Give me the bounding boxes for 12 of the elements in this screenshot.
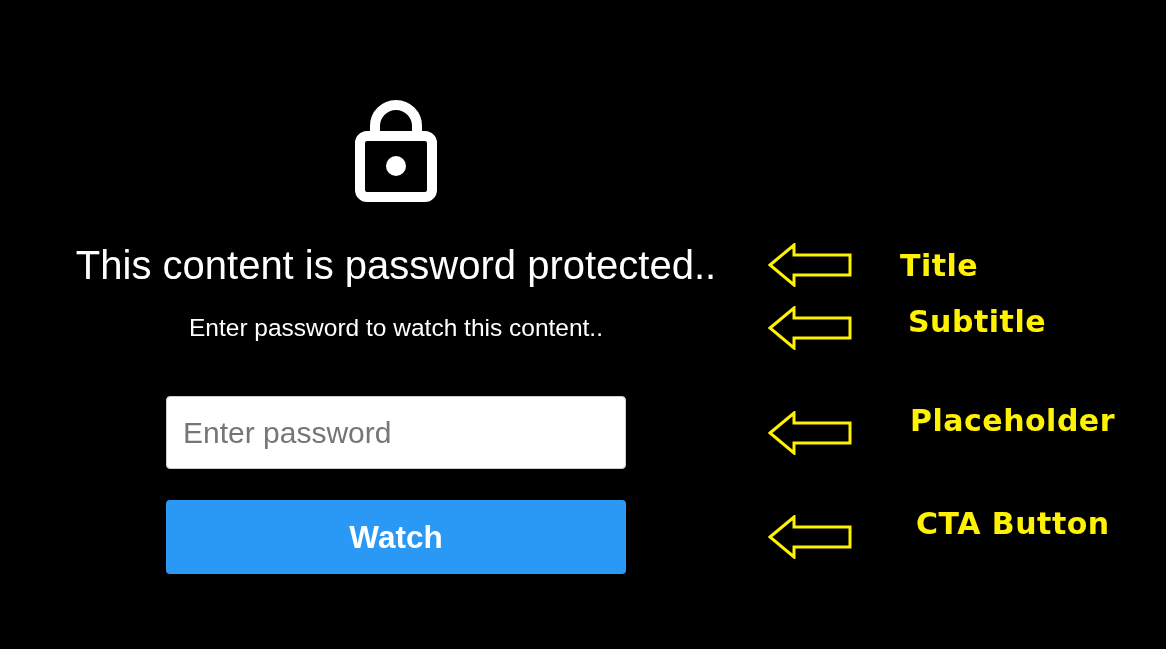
watch-button[interactable]: Watch <box>166 500 626 574</box>
arrow-icon <box>768 306 852 350</box>
arrow-icon <box>768 515 852 559</box>
arrow-icon <box>768 410 852 455</box>
subtitle-text: Enter password to watch this content.. <box>189 313 603 343</box>
annotation-label: CTA Button <box>916 506 1110 542</box>
page-title: This content is password protected.. <box>75 242 717 289</box>
annotation-label: Title <box>900 248 979 284</box>
arrow-icon <box>768 243 852 287</box>
annotation-label: Placeholder <box>910 402 1115 439</box>
password-field[interactable]: Enter password <box>166 396 626 469</box>
annotation-label: Subtitle <box>908 304 1047 340</box>
